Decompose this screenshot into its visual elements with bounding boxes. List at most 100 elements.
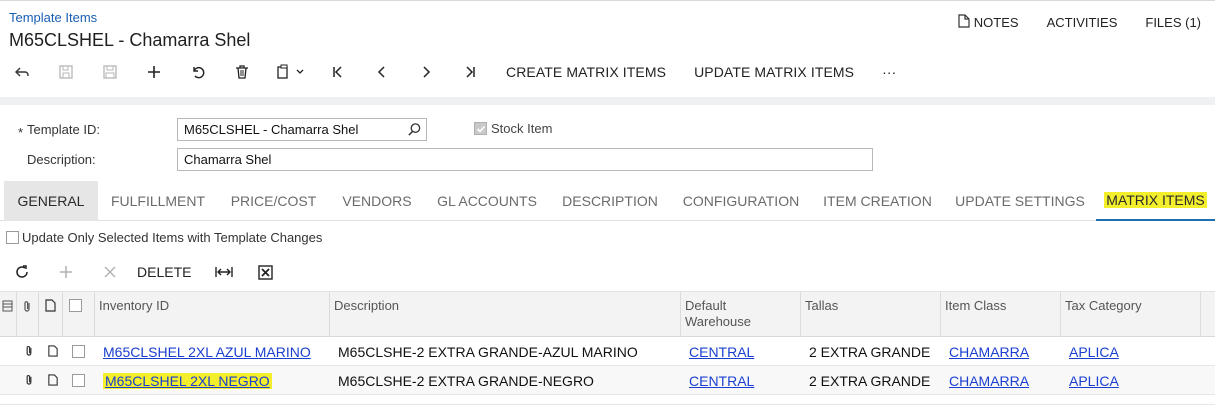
update-only-check-box[interactable]	[6, 231, 19, 244]
row-selector-header[interactable]	[0, 292, 17, 338]
undo-icon	[193, 66, 205, 79]
add-button[interactable]	[132, 58, 176, 86]
table-row[interactable]: M65CLSHEL 2XL NEGRO M65CLSHE-2 EXTRA GRA…	[0, 366, 1215, 395]
description-value: Chamarra Shel	[184, 152, 272, 167]
document-icon[interactable]	[47, 345, 59, 357]
warehouse-link[interactable]: CENTRAL	[689, 373, 754, 389]
tab-description[interactable]: DESCRIPTION	[549, 181, 671, 221]
save-button[interactable]	[88, 58, 132, 86]
tab-configuration[interactable]: CONFIGURATION	[671, 181, 811, 221]
first-icon	[333, 66, 342, 78]
item-class-link[interactable]: CHAMARRA	[949, 373, 1029, 389]
last-record-button[interactable]	[448, 58, 492, 86]
page-title: M65CLSHEL - Chamarra Shel	[9, 30, 251, 50]
toolbar-separator	[0, 97, 1215, 105]
warehouse-cell[interactable]: CENTRAL	[681, 337, 754, 366]
inventory-id-cell[interactable]: M65CLSHEL 2XL NEGRO	[95, 366, 272, 395]
close-icon	[104, 266, 116, 278]
table-row[interactable]: M65CLSHEL 2XL AZUL MARINO M65CLSHE-2 EXT…	[0, 337, 1215, 366]
inventory-id-header[interactable]: Inventory ID	[95, 292, 330, 338]
more-menu-button[interactable]: ···	[868, 58, 910, 86]
tax-category-link[interactable]: APLICA	[1069, 373, 1119, 389]
item-class-cell[interactable]: CHAMARRA	[941, 366, 1029, 395]
tab-general[interactable]: GENERAL	[4, 181, 98, 221]
delete-button[interactable]: DELETE	[132, 264, 205, 280]
back-button[interactable]	[0, 58, 44, 86]
activities-link[interactable]: ACTIVITIES	[1047, 14, 1118, 31]
item-class-cell[interactable]: CHAMARRA	[941, 337, 1029, 366]
tab-bar: GENERAL FULFILLMENT PRICE/COST VENDORS G…	[0, 181, 1215, 221]
required-mark: *	[18, 125, 24, 140]
row-checkbox[interactable]	[72, 345, 85, 358]
description-field[interactable]: Chamarra Shel	[177, 148, 873, 171]
update-only-label: Update Only Selected Items with Template…	[22, 230, 323, 245]
tab-item-creation[interactable]: ITEM CREATION	[811, 181, 944, 221]
item-class-header[interactable]: Item Class	[941, 292, 1061, 338]
tax-category-cell[interactable]: APLICA	[1061, 366, 1119, 395]
update-only-selected-checkbox[interactable]: Update Only Selected Items with Template…	[6, 230, 322, 245]
grid-settings-icon	[2, 300, 13, 312]
inventory-id-link[interactable]: M65CLSHEL 2XL NEGRO	[103, 372, 272, 389]
cancel-button[interactable]	[176, 58, 220, 86]
select-all-checkbox[interactable]	[69, 299, 82, 312]
select-all-header[interactable]	[63, 292, 95, 338]
table-row-partial[interactable]	[0, 395, 1215, 405]
description-label: Description:	[27, 152, 96, 167]
row-checkbox[interactable]	[72, 374, 85, 387]
export-excel-button[interactable]	[243, 258, 287, 286]
inventory-id-link[interactable]: M65CLSHEL 2XL AZUL MARINO	[103, 344, 311, 360]
warehouse-cell[interactable]: CENTRAL	[681, 366, 754, 395]
tallas-cell: 2 EXTRA GRANDE	[809, 372, 931, 389]
attachment-header	[17, 292, 39, 338]
paperclip-icon[interactable]	[23, 345, 35, 357]
tab-vendors[interactable]: VENDORS	[329, 181, 425, 221]
warehouse-link[interactable]: CENTRAL	[689, 344, 754, 360]
item-class-link[interactable]: CHAMARRA	[949, 344, 1029, 360]
tab-matrix-items-label: MATRIX ITEMS	[1104, 192, 1207, 208]
note-header	[39, 292, 63, 338]
copy-paste-button[interactable]	[264, 58, 316, 86]
refresh-button[interactable]	[0, 258, 44, 286]
tab-matrix-items[interactable]: MATRIX ITEMS	[1096, 181, 1215, 221]
tax-category-cell[interactable]: APLICA	[1061, 337, 1119, 366]
document-icon[interactable]	[47, 374, 59, 386]
paperclip-icon[interactable]	[23, 374, 35, 386]
notes-link[interactable]: NOTES	[958, 14, 1019, 31]
create-matrix-items-button[interactable]: CREATE MATRIX ITEMS	[492, 58, 680, 86]
breadcrumb[interactable]: Template Items	[9, 10, 97, 25]
next-record-button[interactable]	[404, 58, 448, 86]
tab-gl-accounts[interactable]: GL ACCOUNTS	[425, 181, 549, 221]
inventory-id-cell[interactable]: M65CLSHEL 2XL AZUL MARINO	[95, 337, 311, 366]
top-border	[0, 0, 1215, 1]
previous-record-button[interactable]	[360, 58, 404, 86]
update-matrix-items-button[interactable]: UPDATE MATRIX ITEMS	[680, 58, 868, 86]
activities-label: ACTIVITIES	[1046, 15, 1118, 30]
tallas-cell: 2 EXTRA GRANDE	[809, 343, 931, 360]
tax-category-header[interactable]: Tax Category	[1061, 292, 1201, 338]
files-link[interactable]: FILES (1)	[1145, 14, 1201, 31]
chevron-right-icon	[423, 66, 431, 78]
fit-columns-button[interactable]	[205, 258, 243, 286]
tab-fulfillment[interactable]: FULFILLMENT	[98, 181, 218, 221]
description-cell: M65CLSHE-2 EXTRA GRANDE-AZUL MARINO	[338, 343, 638, 360]
add-row-button[interactable]	[44, 258, 88, 286]
tab-update-settings[interactable]: UPDATE SETTINGS	[944, 181, 1096, 221]
template-id-value: M65CLSHEL - Chamarra Shel	[184, 122, 359, 137]
plus-icon	[148, 66, 160, 78]
delete-button[interactable]	[220, 58, 264, 86]
tab-price-cost[interactable]: PRICE/COST	[218, 181, 329, 221]
stock-item-checkbox[interactable]: Stock Item	[474, 121, 552, 136]
save-and-close-button[interactable]	[44, 58, 88, 86]
description-cell: M65CLSHE-2 EXTRA GRANDE-NEGRO	[338, 372, 594, 389]
tallas-header[interactable]: Tallas	[801, 292, 941, 338]
description-header[interactable]: Description	[330, 292, 681, 338]
delete-row-button[interactable]	[88, 258, 132, 286]
stock-item-check-box[interactable]	[474, 122, 487, 135]
template-id-field[interactable]: M65CLSHEL - Chamarra Shel	[177, 118, 427, 141]
document-icon	[45, 299, 56, 312]
search-icon[interactable]	[407, 122, 422, 137]
main-toolbar: CREATE MATRIX ITEMS UPDATE MATRIX ITEMS …	[0, 58, 910, 86]
default-warehouse-header[interactable]: Default Warehouse	[681, 292, 801, 338]
first-record-button[interactable]	[316, 58, 360, 86]
tax-category-link[interactable]: APLICA	[1069, 344, 1119, 360]
